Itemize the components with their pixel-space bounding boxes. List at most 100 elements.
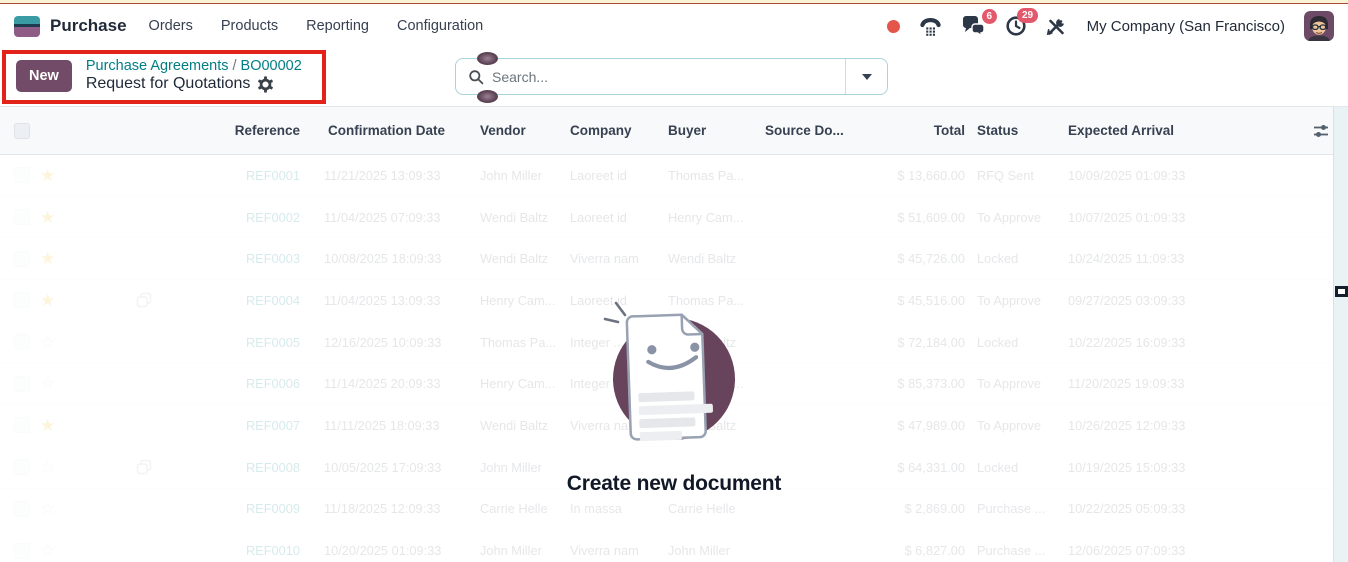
column-header-total[interactable]: Total — [865, 123, 965, 138]
row-checkbox[interactable] — [14, 167, 30, 184]
row-checkbox[interactable] — [14, 209, 30, 226]
table-row[interactable]: ★☆ REF0003 10/08/2025 18:09:33 Wendi Bal… — [0, 238, 1348, 281]
phone-icon — [919, 17, 941, 36]
cell-confirmation-date: 11/21/2025 13:09:33 — [324, 167, 441, 183]
search-filters-toggle[interactable] — [845, 59, 887, 94]
table-row[interactable]: ★☆ REF0010 10/20/2025 01:09:33 John Mill… — [0, 530, 1348, 562]
cell-confirmation-date: 11/11/2025 18:09:33 — [324, 417, 440, 433]
breadcrumb-area: New Purchase Agreements / BO00002 Request … — [16, 58, 302, 93]
cell-reference: REF0008 — [245, 459, 300, 475]
messages-button[interactable]: 6 — [961, 9, 997, 36]
column-header-expected-arrival[interactable]: Expected Arrival — [1055, 123, 1215, 138]
cell-confirmation-date: 10/08/2025 18:09:33 — [324, 251, 442, 267]
star-icon[interactable]: ★ — [40, 166, 55, 185]
cell-total: $ 72,184.00 — [897, 334, 965, 350]
list-header-row: Reference Confirmation Date Vendor Compa… — [0, 107, 1348, 155]
cell-total: $ 2,869.00 — [904, 501, 966, 517]
column-header-buyer[interactable]: Buyer — [668, 123, 765, 138]
scrollbar-track[interactable] — [1333, 107, 1348, 562]
debug-tools-button[interactable] — [1046, 17, 1066, 36]
cell-company: Laoreet id — [570, 167, 627, 183]
cell-vendor: John Miller — [480, 167, 542, 183]
cell-company: In massa — [570, 501, 622, 517]
star-icon[interactable]: ★ — [40, 291, 55, 310]
app-name[interactable]: Purchase — [50, 16, 127, 36]
cell-expected-arrival: 12/06/2025 07:09:33 — [1068, 543, 1186, 559]
activities-badge: 29 — [1017, 8, 1038, 23]
text-cursor-artifact — [1335, 286, 1348, 297]
star-icon[interactable]: ★ — [40, 208, 55, 227]
cell-buyer: John Miller — [668, 543, 730, 559]
company-switcher[interactable]: My Company (San Francisco) — [1087, 18, 1285, 35]
cell-status: Locked — [977, 334, 1019, 350]
cell-confirmation-date: 10/20/2025 01:09:33 — [324, 543, 442, 559]
star-outline-icon[interactable]: ☆ — [40, 333, 55, 352]
cell-expected-arrival: 10/24/2025 11:09:33 — [1068, 251, 1185, 267]
cell-buyer: Henry Cam... — [668, 209, 744, 225]
cell-confirmation-date: 11/04/2025 13:09:33 — [324, 292, 441, 308]
activities-button[interactable]: 29 — [1005, 8, 1038, 37]
cell-total: $ 45,516.00 — [897, 292, 965, 308]
star-outline-icon[interactable]: ☆ — [40, 374, 55, 393]
cell-reference: REF0010 — [245, 543, 300, 559]
breadcrumb-separator: / — [232, 58, 237, 74]
cell-status: To Approve — [977, 417, 1042, 433]
star-outline-icon[interactable]: ☆ — [40, 499, 55, 518]
row-checkbox[interactable] — [14, 375, 30, 392]
star-outline-icon[interactable]: ☆ — [40, 541, 55, 560]
menu-item[interactable]: Products — [221, 18, 278, 34]
list-body: ★ ☆ REF0001 11/21/2025 13:09:33 John Mill… — [0, 155, 1348, 562]
columns-settings-icon[interactable] — [1312, 123, 1330, 139]
cell-expected-arrival: 11/20/2025 19:09:33 — [1068, 376, 1185, 392]
menu-item[interactable]: Orders — [149, 18, 193, 34]
cell-confirmation-date: 11/04/2025 07:09:33 — [324, 209, 441, 225]
user-avatar[interactable] — [1304, 11, 1334, 41]
row-checkbox[interactable] — [14, 292, 30, 309]
row-checkbox[interactable] — [14, 250, 30, 267]
breadcrumb-purchase-agreements[interactable]: Purchase Agreements — [86, 58, 229, 74]
cell-vendor: Wendi Baltz — [480, 209, 549, 225]
navbar: Purchase Orders Products Reporting Confi… — [0, 4, 1348, 48]
cell-reference: REF0002 — [245, 209, 300, 225]
column-header-reference[interactable]: Reference — [160, 123, 300, 138]
row-checkbox[interactable] — [14, 417, 30, 434]
column-header-status[interactable]: Status — [965, 123, 1055, 138]
avatar-face-icon — [1304, 11, 1334, 41]
cell-total: $ 85,373.00 — [897, 376, 965, 392]
cell-total: $ 47,989.00 — [897, 417, 965, 433]
column-header-vendor[interactable]: Vendor — [452, 123, 570, 138]
row-checkbox[interactable] — [14, 542, 30, 559]
menu-item[interactable]: Reporting — [306, 18, 369, 34]
voip-phone-button[interactable] — [919, 16, 942, 36]
row-checkbox[interactable] — [14, 459, 30, 476]
new-button[interactable]: New — [16, 59, 72, 92]
odoo-app-logo[interactable] — [14, 15, 40, 37]
star-icon[interactable]: ★ — [40, 416, 55, 435]
table-row[interactable]: ★☆ REF0001 11/21/2025 13:09:33 John Mill… — [0, 155, 1348, 197]
messages-badge: 6 — [982, 9, 997, 24]
search-bar — [455, 58, 888, 95]
cell-reference: REF0005 — [245, 334, 300, 350]
cell-expected-arrival: 10/26/2025 12:09:33 — [1068, 417, 1186, 433]
cell-buyer: Carrie Helle — [668, 501, 736, 517]
cell-vendor: John Miller — [480, 543, 542, 559]
table-row[interactable]: ★☆ REF0002 11/04/2025 07:09:33 Wendi Bal… — [0, 196, 1348, 239]
column-header-company[interactable]: Company — [570, 123, 668, 138]
breadcrumb-current[interactable]: BO00002 — [241, 58, 302, 74]
gear-icon[interactable] — [257, 75, 274, 93]
row-checkbox[interactable] — [14, 500, 30, 517]
star-icon[interactable]: ★ — [40, 249, 55, 268]
breadcrumb: Purchase Agreements / BO00002 — [86, 58, 302, 74]
menu-item[interactable]: Configuration — [397, 18, 483, 34]
row-checkbox[interactable] — [14, 334, 30, 351]
empty-state: Create new document — [544, 287, 804, 496]
column-header-confirmation-date[interactable]: Confirmation Date — [300, 123, 452, 138]
search-input[interactable] — [492, 68, 845, 85]
column-header-source-document[interactable]: Source Do... — [765, 123, 865, 138]
cell-expected-arrival: 10/07/2025 01:09:33 — [1068, 209, 1186, 225]
pointer-ellipse-bottom — [477, 90, 498, 103]
cell-status: RFQ Sent — [977, 167, 1034, 183]
star-outline-icon[interactable]: ☆ — [40, 458, 55, 477]
cell-total: $ 45,726.00 — [897, 251, 965, 267]
select-all-checkbox[interactable] — [14, 122, 30, 139]
